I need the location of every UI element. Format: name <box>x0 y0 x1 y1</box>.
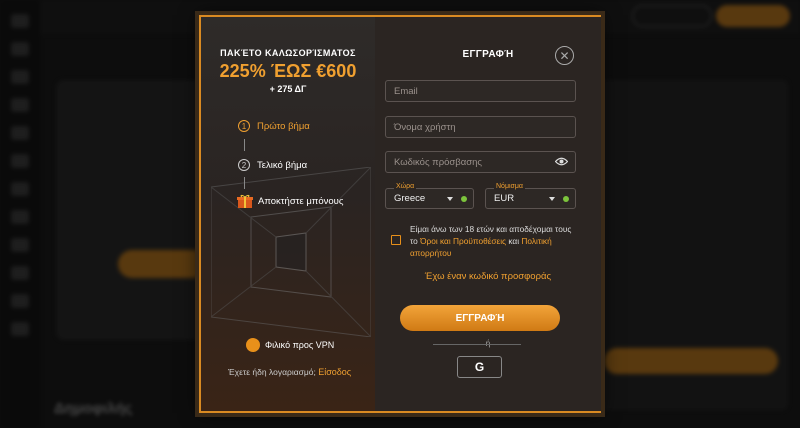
vpn-label: Φιλικό προς VPN <box>265 340 335 350</box>
step-bonus: Αποκτήστε μπόνους <box>237 194 343 208</box>
registration-modal: ΠΑΚΈΤΟ ΚΑΛΩΣΟΡΊΣΜΑΤΟΣ 225% ΈΩΣ €600 + 27… <box>199 15 601 413</box>
eye-icon[interactable] <box>555 157 568 166</box>
promo-code-link[interactable]: Έχω έναν κωδικό προσφοράς <box>375 271 601 282</box>
promo-extra: + 275 ΔΓ <box>269 84 307 94</box>
terms-text: Είμαι άνω των 18 ετών και αποδέχομαι του… <box>410 223 580 259</box>
currency-label: Νόμισμα <box>494 183 525 190</box>
step-label: Τελικό βήμα <box>257 159 308 171</box>
google-signin-button[interactable]: G <box>457 356 502 378</box>
terms-checkbox[interactable] <box>391 235 401 245</box>
google-icon: G <box>474 360 485 374</box>
country-label: Χώρα <box>394 183 417 190</box>
login-link[interactable]: Είσοδος <box>318 367 351 377</box>
vpn-globe-icon <box>246 338 260 352</box>
step-label: Αποκτήστε μπόνους <box>258 195 344 207</box>
vpn-badge: Φιλικό προς VPN <box>246 338 334 352</box>
promo-amount: 225% ΈΩΣ €600 <box>219 61 357 81</box>
password-field[interactable]: Κωδικός πρόσβασης <box>385 151 576 173</box>
valid-dot-icon <box>461 196 467 202</box>
currency-select[interactable]: Νόμισμα EUR <box>485 183 576 209</box>
username-field[interactable]: Όνομα χρήστη <box>385 116 576 138</box>
close-button[interactable]: ✕ <box>555 46 574 65</box>
promo-heading: ΠΑΚΈΤΟ ΚΑΛΩΣΟΡΊΣΜΑΤΟΣ <box>220 48 356 58</box>
step-number: 1 <box>238 120 250 132</box>
form-panel: ΕΓΓΡΑΦΉ ✕ Email Όνομα χρήστη Κωδικός πρό… <box>375 17 601 411</box>
valid-dot-icon <box>563 196 569 202</box>
country-value: Greece <box>394 193 426 204</box>
tunnel-artwork <box>211 167 371 337</box>
close-icon: ✕ <box>559 48 570 63</box>
country-select[interactable]: Χώρα Greece <box>385 183 474 209</box>
promo-panel: ΠΑΚΈΤΟ ΚΑΛΩΣΟΡΊΣΜΑΤΟΣ 225% ΈΩΣ €600 + 27… <box>201 17 375 411</box>
gift-icon <box>237 194 253 208</box>
password-placeholder: Κωδικός πρόσβασης <box>394 156 482 168</box>
step-connector <box>244 177 245 189</box>
terms-link[interactable]: Όροι και Προϋποθέσεις <box>420 236 506 246</box>
step-number: 2 <box>238 159 250 171</box>
step-first: 1 Πρώτο βήμα <box>238 120 310 132</box>
or-divider: ή <box>375 339 601 348</box>
terms-and: και <box>508 236 520 246</box>
chevron-down-icon <box>447 197 453 201</box>
currency-value: EUR <box>494 193 515 204</box>
step-final: 2 Τελικό βήμα <box>238 159 307 171</box>
step-label: Πρώτο βήμα <box>257 120 310 132</box>
have-account-text: Έχετε ήδη λογαριασμό; Είσοδος <box>228 367 351 377</box>
register-button[interactable]: ΕΓΓΡΑΦΉ <box>400 305 560 331</box>
have-account-label: Έχετε ήδη λογαριασμό; <box>228 367 316 377</box>
chevron-down-icon <box>549 197 555 201</box>
email-field[interactable]: Email <box>385 80 576 102</box>
step-connector <box>244 139 245 151</box>
